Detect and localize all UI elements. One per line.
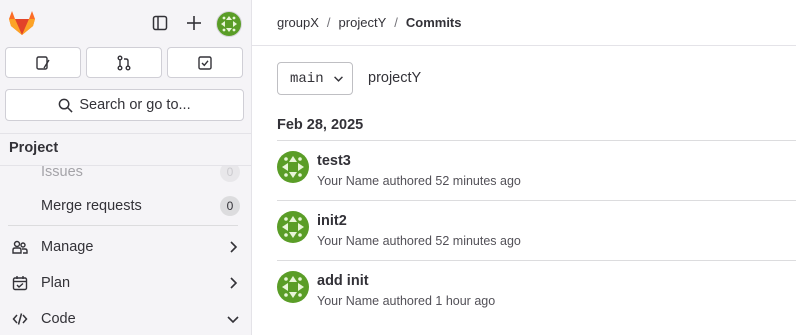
branch-selector[interactable]: main — [277, 62, 353, 95]
issues-shortcut-button[interactable] — [5, 47, 81, 78]
sidebar-item-plan[interactable]: Plan — [0, 267, 251, 299]
search-button[interactable]: Search or go to... — [5, 89, 244, 121]
author-avatar[interactable] — [277, 271, 309, 303]
chevron-down-icon — [333, 76, 343, 82]
commit-meta: Your Name authored 1 hour ago — [317, 294, 495, 308]
chevron-right-icon — [230, 277, 238, 289]
commit-title-link[interactable]: init2 — [317, 213, 347, 229]
divider — [8, 225, 238, 226]
chevron-right-icon — [230, 241, 238, 253]
chevron-down-icon — [227, 316, 239, 324]
commit-row[interactable]: add init Your Name authored 1 hour ago — [277, 261, 796, 321]
commit-author-link[interactable]: Your Name — [317, 294, 379, 308]
sidebar-toggle-icon[interactable] — [149, 12, 171, 34]
commit-title-link[interactable]: test3 — [317, 153, 351, 169]
users-icon — [12, 240, 28, 254]
sidebar-item-label: Issues — [41, 166, 83, 180]
commit-meta: Your Name authored 52 minutes ago — [317, 174, 521, 188]
commit-time: 52 minutes ago — [435, 234, 521, 248]
search-label: Search or go to... — [79, 97, 191, 113]
sidebar-item-code[interactable]: Code — [0, 303, 251, 335]
sidebar-nav: Issues 0 Merge requests 0 Manage Plan Co… — [0, 166, 251, 335]
plus-icon[interactable] — [183, 12, 205, 34]
todos-shortcut-button[interactable] — [167, 47, 243, 78]
breadcrumb-separator: / — [394, 15, 398, 30]
breadcrumb-current[interactable]: Commits — [406, 15, 462, 30]
sidebar-item-label: Plan — [41, 275, 71, 291]
sidebar-item-manage[interactable]: Manage — [0, 231, 251, 263]
todo-checkbox-icon — [198, 55, 212, 70]
commit-action: authored — [382, 294, 432, 308]
sidebar-item-label: Code — [41, 311, 76, 327]
commit-row[interactable]: test3 Your Name authored 52 minutes ago — [277, 141, 796, 201]
commit-author-link[interactable]: Your Name — [317, 234, 379, 248]
author-avatar[interactable] — [277, 211, 309, 243]
merge-requests-shortcut-button[interactable] — [86, 47, 162, 78]
count-badge: 0 — [220, 196, 240, 216]
commit-title-link[interactable]: add init — [317, 273, 369, 289]
commit-author-link[interactable]: Your Name — [317, 174, 379, 188]
count-badge: 0 — [220, 166, 240, 182]
commit-date-heading: Feb 28, 2025 — [277, 117, 796, 141]
commit-row[interactable]: init2 Your Name authored 52 minutes ago — [277, 201, 796, 261]
commit-time: 1 hour ago — [435, 294, 496, 308]
user-avatar[interactable] — [216, 11, 242, 37]
sidebar-item-issues[interactable]: Issues 0 — [0, 166, 251, 188]
gitlab-logo-icon[interactable] — [8, 10, 36, 36]
commit-meta: Your Name authored 52 minutes ago — [317, 234, 521, 248]
commit-action: authored — [382, 234, 432, 248]
code-icon — [12, 313, 28, 325]
sidebar-item-label: Manage — [41, 239, 94, 255]
breadcrumb-project-link[interactable]: projectY — [339, 15, 387, 30]
commit-time: 52 minutes ago — [435, 174, 521, 188]
merge-request-icon — [117, 55, 131, 70]
commit-action: authored — [382, 174, 432, 188]
breadcrumb: groupX / projectY / Commits — [252, 0, 796, 46]
breadcrumb-group-link[interactable]: groupX — [277, 15, 319, 30]
sidebar-item-label: Merge requests — [41, 198, 142, 214]
issues-icon — [36, 55, 50, 70]
author-avatar[interactable] — [277, 151, 309, 183]
breadcrumb-separator: / — [326, 15, 331, 30]
sidebar-item-merge-requests[interactable]: Merge requests 0 — [0, 190, 251, 222]
branch-name: main — [290, 70, 324, 87]
main-content: groupX / projectY / Commits main project… — [252, 0, 796, 335]
sidebar-section-title: Project — [0, 133, 251, 166]
search-icon — [59, 98, 73, 113]
sidebar: Search or go to... Project Issues 0 Merg… — [0, 0, 252, 335]
calendar-check-icon — [12, 276, 28, 291]
project-path: projectY — [368, 70, 422, 86]
